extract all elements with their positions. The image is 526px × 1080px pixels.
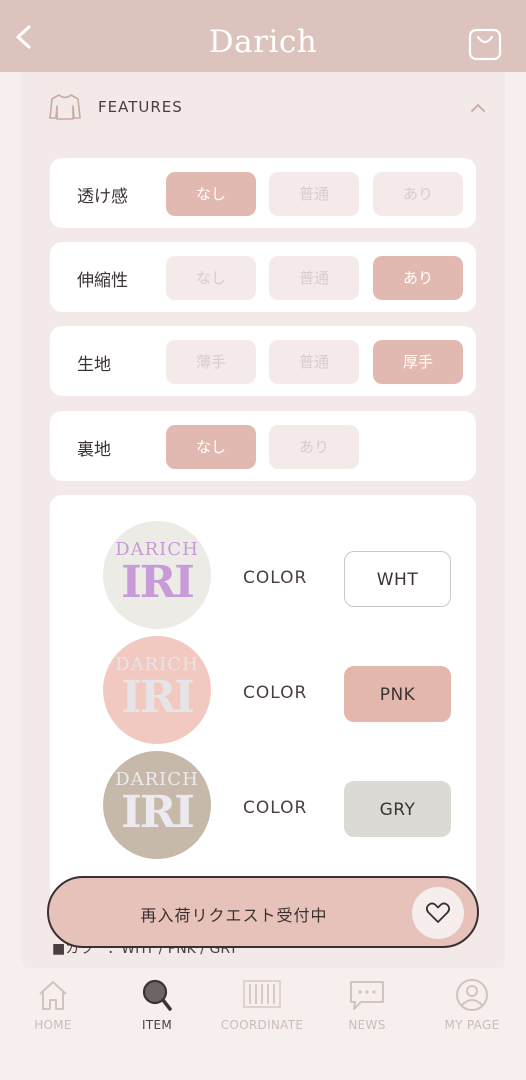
tab-label: MY PAGE bbox=[444, 1018, 500, 1032]
chevron-up-icon[interactable] bbox=[468, 98, 488, 118]
option-button[interactable]: なし bbox=[166, 172, 256, 216]
heart-icon bbox=[425, 902, 451, 923]
feature-label: 伸縮性 bbox=[77, 271, 128, 291]
user-icon bbox=[456, 979, 488, 1011]
colors-card: DARICH IRI COLOR WHT DARICH IRI COLOR PN… bbox=[50, 495, 476, 915]
restock-request-button[interactable]: 再入荷リクエスト受付中 bbox=[47, 876, 479, 948]
shopping-bag-icon bbox=[468, 28, 502, 61]
color-chip-pnk[interactable]: PNK bbox=[344, 666, 451, 722]
swatch-logo: DARICH IRI bbox=[103, 751, 211, 859]
option-button[interactable]: 普通 bbox=[269, 340, 359, 384]
feature-label: 生地 bbox=[77, 355, 111, 375]
favorite-button[interactable] bbox=[412, 887, 464, 939]
feature-label: 裏地 bbox=[77, 440, 111, 460]
swatch-logo-main: IRI bbox=[121, 787, 195, 838]
color-label: COLOR bbox=[243, 798, 308, 818]
swatch-logo: DARICH IRI bbox=[103, 636, 211, 744]
bottom-tab-bar: HOME ITEM COORDINATE NEWS MY PAGE bbox=[0, 968, 526, 1080]
color-swatch[interactable]: DARICH IRI bbox=[103, 521, 211, 629]
swatch-logo: DARICH IRI bbox=[103, 521, 211, 629]
swatch-logo-main: IRI bbox=[121, 672, 195, 723]
option-button[interactable]: あり bbox=[373, 172, 463, 216]
tab-label: COORDINATE bbox=[220, 1018, 304, 1032]
restock-label: 再入荷リクエスト受付中 bbox=[140, 906, 328, 925]
feature-label: 透け感 bbox=[77, 187, 128, 207]
color-chip-gry[interactable]: GRY bbox=[344, 781, 451, 837]
color-swatch[interactable]: DARICH IRI bbox=[103, 636, 211, 744]
features-title: FEATURES bbox=[98, 98, 183, 116]
tab-home[interactable]: HOME bbox=[3, 978, 103, 1038]
home-icon bbox=[39, 981, 67, 1010]
coordinate-icon bbox=[243, 980, 281, 1008]
cart-button[interactable] bbox=[466, 22, 504, 62]
option-button[interactable]: あり bbox=[373, 256, 463, 300]
tab-label: HOME bbox=[34, 1018, 72, 1032]
option-button[interactable]: なし bbox=[166, 425, 256, 469]
news-icon bbox=[350, 981, 384, 1010]
feature-row-fabric: 生地 薄手 普通 厚手 bbox=[50, 326, 476, 396]
color-chip-wht[interactable]: WHT bbox=[344, 551, 451, 607]
tab-label: ITEM bbox=[141, 1018, 172, 1032]
option-button[interactable]: なし bbox=[166, 256, 256, 300]
feature-row-lining: 裏地 なし あり bbox=[50, 411, 476, 481]
option-button[interactable]: 普通 bbox=[269, 256, 359, 300]
feature-row-transparency: 透け感 なし 普通 あり bbox=[50, 158, 476, 228]
brand-logo: Darich bbox=[208, 24, 318, 60]
tab-item[interactable]: ITEM bbox=[107, 978, 207, 1038]
feature-row-stretch: 伸縮性 なし 普通 あり bbox=[50, 242, 476, 312]
color-swatch[interactable]: DARICH IRI bbox=[103, 751, 211, 859]
features-header[interactable]: FEATURES bbox=[48, 88, 498, 128]
option-button[interactable]: 薄手 bbox=[166, 340, 256, 384]
swatch-logo-main: IRI bbox=[121, 557, 195, 608]
app-header: Darich bbox=[0, 0, 526, 72]
color-label: COLOR bbox=[243, 568, 308, 588]
option-button[interactable]: 普通 bbox=[269, 172, 359, 216]
tab-coordinate[interactable]: COORDINATE bbox=[212, 978, 312, 1038]
sweater-icon bbox=[49, 94, 81, 120]
tab-my-page[interactable]: MY PAGE bbox=[422, 978, 522, 1038]
option-button[interactable]: 厚手 bbox=[373, 340, 463, 384]
color-label: COLOR bbox=[243, 683, 308, 703]
option-button[interactable]: あり bbox=[269, 425, 359, 469]
search-icon bbox=[142, 979, 172, 1011]
tab-news[interactable]: NEWS bbox=[317, 978, 417, 1038]
tab-label: NEWS bbox=[348, 1018, 386, 1032]
